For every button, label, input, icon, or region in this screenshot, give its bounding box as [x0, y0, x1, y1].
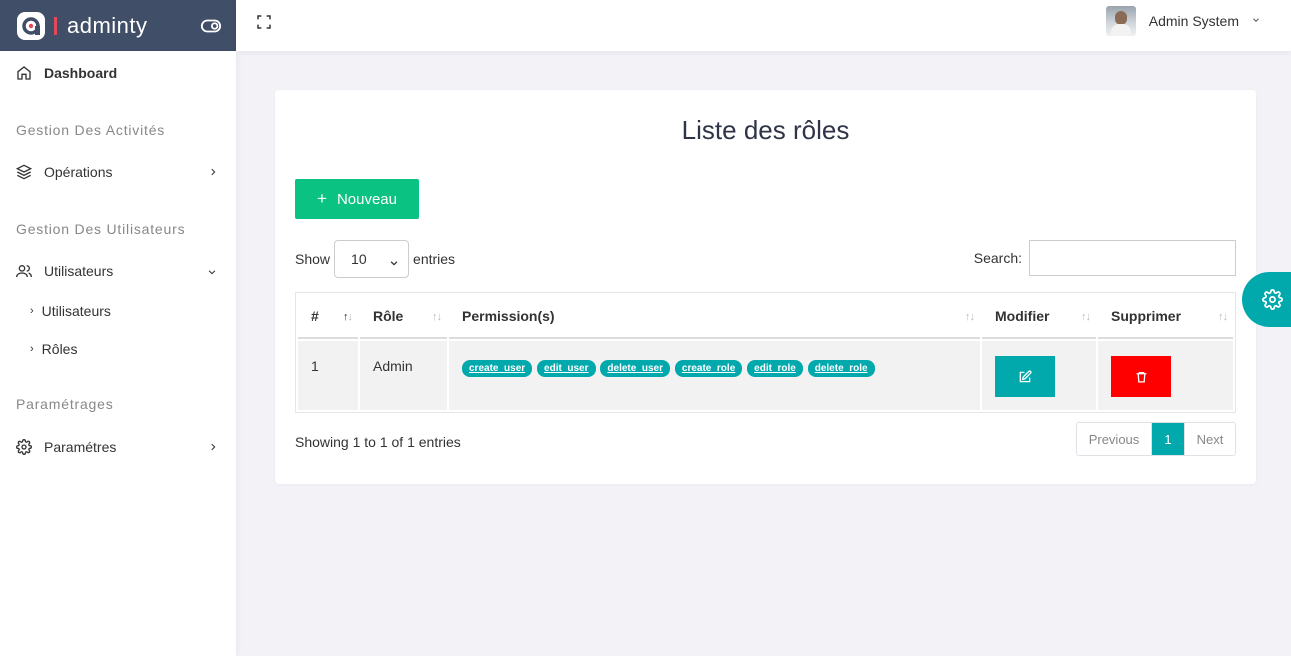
permission-badge[interactable]: edit_role	[747, 360, 803, 377]
sort-icon: ↑↓	[1218, 311, 1228, 323]
sidebar-subitem-roles[interactable]: › Rôles	[30, 341, 77, 357]
sort-icon: ↑↓	[343, 311, 353, 323]
permission-badge[interactable]: create_user	[462, 360, 533, 377]
column-header-label: #	[311, 308, 319, 324]
sidebar: Dashboard Gestion Des Activités Opératio…	[0, 51, 236, 656]
entries-label: entries	[413, 251, 456, 267]
add-role-button[interactable]: + Nouveau	[295, 179, 419, 219]
logo[interactable]: adminty	[16, 11, 148, 41]
chevron-down-icon	[389, 255, 399, 271]
theme-settings-button[interactable]	[1242, 272, 1291, 327]
sidebar-subitem-users[interactable]: › Utilisateurs	[30, 303, 111, 319]
search-input[interactable]	[1029, 240, 1236, 276]
column-header-role[interactable]: Rôle ↑↓	[360, 295, 447, 339]
top-header: Admin System	[236, 0, 1291, 51]
column-header-label: Supprimer	[1111, 308, 1182, 324]
roles-table: # ↑↓ Rôle ↑↓ Permission(s) ↑↓ Modifier ↑…	[295, 292, 1236, 413]
column-header-id[interactable]: # ↑↓	[298, 295, 358, 339]
edit-role-button[interactable]	[995, 356, 1055, 397]
pagination-previous[interactable]: Previous	[1077, 423, 1152, 455]
sidebar-subitem-label: Rôles	[41, 341, 78, 357]
gear-icon	[16, 439, 32, 455]
sidebar-item-settings[interactable]: Paramétres	[0, 427, 236, 467]
add-role-label: Nouveau	[336, 190, 397, 208]
table-info: Showing 1 to 1 of 1 entries	[295, 434, 461, 450]
sort-icon: ↑↓	[1081, 311, 1091, 323]
pagination-page-1[interactable]: 1	[1152, 423, 1184, 455]
sidebar-item-dashboard[interactable]: Dashboard	[0, 53, 236, 93]
delete-role-button[interactable]	[1111, 356, 1171, 397]
sidebar-item-label: Dashboard	[44, 65, 118, 81]
gear-icon	[1262, 289, 1283, 310]
users-icon	[16, 263, 32, 279]
column-header-label: Rôle	[373, 308, 404, 324]
sidebar-subitem-label: Utilisateurs	[41, 303, 111, 319]
brand-name: adminty	[67, 12, 148, 38]
table-header-row: # ↑↓ Rôle ↑↓ Permission(s) ↑↓ Modifier ↑…	[298, 295, 1233, 339]
permission-badge[interactable]: create_role	[674, 360, 743, 377]
fullscreen-icon[interactable]	[256, 14, 272, 35]
layers-icon	[16, 164, 32, 180]
sidebar-item-operations[interactable]: Opérations	[0, 152, 236, 192]
brand-bar: adminty	[0, 0, 236, 51]
sidebar-item-label: Opérations	[44, 164, 113, 180]
table-search: Search:	[974, 240, 1236, 276]
sidebar-item-label: Utilisateurs	[44, 263, 114, 279]
sidebar-section-activities: Gestion Des Activités	[16, 122, 166, 138]
column-header-permissions[interactable]: Permission(s) ↑↓	[449, 295, 980, 339]
show-label: Show	[295, 251, 331, 267]
cell-permissions: create_user edit_user delete_user create…	[449, 341, 980, 410]
entries-select-value: 10	[351, 251, 367, 267]
user-menu[interactable]: Admin System	[1105, 6, 1261, 36]
sidebar-toggle-icon[interactable]	[200, 15, 222, 42]
entries-length-control: Show 10 entries	[295, 240, 455, 278]
sidebar-item-label: Paramétres	[44, 439, 117, 455]
avatar	[1105, 6, 1136, 36]
permission-badge[interactable]: delete_role	[807, 360, 875, 377]
cell-delete	[1098, 341, 1233, 410]
permission-badge[interactable]: edit_user	[537, 360, 596, 377]
table-row: 1 Admin create_user edit_user delete_use…	[298, 341, 1233, 410]
column-header-edit[interactable]: Modifier ↑↓	[982, 295, 1096, 339]
column-header-delete[interactable]: Supprimer ↑↓	[1098, 295, 1233, 339]
sidebar-section-settings: Paramétrages	[16, 396, 114, 412]
page-title: Liste des rôles	[681, 115, 850, 145]
sort-icon: ↑↓	[432, 311, 442, 323]
home-icon	[16, 65, 32, 81]
chevron-right-icon	[208, 440, 218, 456]
logo-icon	[17, 11, 45, 40]
pagination: Previous 1 Next	[1076, 422, 1236, 456]
entries-select[interactable]: 10	[334, 240, 410, 278]
user-name: Admin System	[1148, 13, 1239, 29]
column-header-label: Modifier	[995, 308, 1050, 324]
sidebar-item-users[interactable]: Utilisateurs	[0, 251, 236, 291]
pagination-next[interactable]: Next	[1184, 423, 1235, 455]
logo-divider	[54, 16, 57, 35]
sidebar-section-users: Gestion Des Utilisateurs	[16, 221, 186, 237]
chevron-down-icon	[206, 264, 218, 280]
roles-card: Liste des rôles + Nouveau Show 10 entrie…	[275, 90, 1256, 484]
edit-icon	[1019, 369, 1032, 382]
plus-icon: +	[317, 189, 327, 208]
search-label: Search:	[973, 250, 1022, 266]
cell-edit	[982, 341, 1096, 410]
chevron-right-icon	[208, 165, 218, 181]
column-header-label: Permission(s)	[462, 308, 555, 324]
permission-badge[interactable]: delete_user	[600, 360, 670, 377]
sort-icon: ↑↓	[965, 311, 975, 323]
cell-role: Admin	[360, 341, 447, 410]
trash-icon	[1136, 371, 1146, 383]
cell-id: 1	[298, 341, 358, 410]
chevron-right-icon: ›	[30, 305, 34, 317]
chevron-down-icon	[1251, 12, 1261, 30]
chevron-right-icon: ›	[30, 343, 34, 355]
